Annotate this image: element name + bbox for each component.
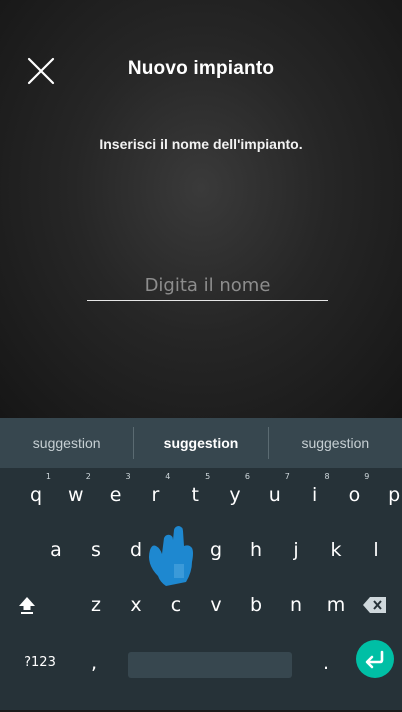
- key-hint: 8: [324, 472, 330, 481]
- key-m[interactable]: m: [318, 580, 354, 630]
- key-u[interactable]: u7: [257, 470, 293, 520]
- key-k[interactable]: k: [318, 525, 354, 575]
- key-hint: 4: [165, 472, 171, 481]
- key-hint: 9: [364, 472, 370, 481]
- key-hint: 2: [85, 472, 91, 481]
- key-z[interactable]: z: [78, 580, 114, 630]
- key-o[interactable]: o9: [336, 470, 372, 520]
- key-l[interactable]: l: [358, 525, 394, 575]
- key-f[interactable]: f: [158, 525, 194, 575]
- shift-key[interactable]: [9, 580, 45, 630]
- key-a[interactable]: a: [38, 525, 74, 575]
- key-hint: 6: [244, 472, 250, 481]
- key-j[interactable]: j: [278, 525, 314, 575]
- enter-icon: [365, 650, 384, 669]
- suggestion-bar: suggestion suggestion suggestion: [0, 418, 402, 468]
- key-x[interactable]: x: [118, 580, 154, 630]
- comma-key[interactable]: ,: [76, 638, 112, 688]
- key-hint: 5: [205, 472, 211, 481]
- key-q[interactable]: q1: [18, 470, 54, 520]
- key-row-2: asdfghjkl: [0, 525, 402, 575]
- enter-key[interactable]: [356, 640, 394, 678]
- key-p[interactable]: p0: [376, 470, 402, 520]
- app-screen: Nuovo impianto Inserisci il nome dell'im…: [0, 0, 402, 418]
- key-v[interactable]: v: [198, 580, 234, 630]
- key-s[interactable]: s: [78, 525, 114, 575]
- space-bar[interactable]: [128, 652, 292, 678]
- symbols-key[interactable]: ?123: [18, 638, 62, 688]
- key-e[interactable]: e3: [98, 470, 134, 520]
- plant-name-input[interactable]: [87, 270, 328, 301]
- key-i[interactable]: i8: [297, 470, 333, 520]
- instruction-text: Inserisci il nome dell'impianto.: [99, 136, 303, 152]
- key-hint: 7: [284, 472, 290, 481]
- period-key[interactable]: .: [308, 638, 344, 688]
- key-t[interactable]: t5: [177, 470, 213, 520]
- key-y[interactable]: y6: [217, 470, 253, 520]
- backspace-icon: [363, 597, 386, 613]
- key-row-3: zxcvbnm: [0, 580, 402, 630]
- key-row-1: q1w2e3r4t5y6u7i8o9p0: [0, 470, 402, 520]
- shift-icon: [19, 597, 35, 614]
- key-hint: 1: [45, 472, 51, 481]
- key-w[interactable]: w2: [58, 470, 94, 520]
- key-row-4: ?123 , .: [0, 640, 402, 712]
- key-d[interactable]: d: [118, 525, 154, 575]
- key-hint: 3: [125, 472, 131, 481]
- key-n[interactable]: n: [278, 580, 314, 630]
- suggestion-center[interactable]: suggestion: [134, 426, 267, 460]
- key-b[interactable]: b: [238, 580, 274, 630]
- suggestion-right[interactable]: suggestion: [269, 426, 402, 460]
- soft-keyboard: suggestion suggestion suggestion q1w2e3r…: [0, 418, 402, 710]
- page-title: Nuovo impianto: [127, 58, 275, 79]
- backspace-key[interactable]: [357, 580, 393, 630]
- key-h[interactable]: h: [238, 525, 274, 575]
- key-g[interactable]: g: [198, 525, 234, 575]
- key-c[interactable]: c: [158, 580, 194, 630]
- suggestion-left[interactable]: suggestion: [0, 426, 133, 460]
- key-r[interactable]: r4: [137, 470, 173, 520]
